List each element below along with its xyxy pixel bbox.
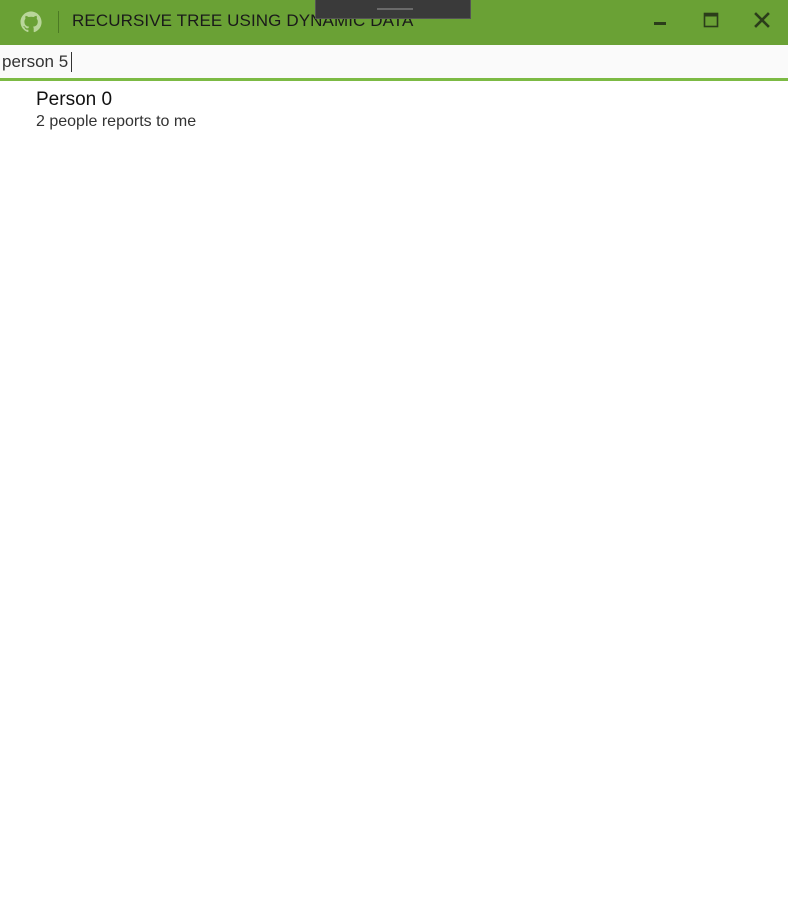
text-caret [71, 52, 72, 72]
tree-item-person-0[interactable]: Person 0 2 people reports to me [0, 81, 788, 137]
github-octocat-icon [19, 10, 43, 34]
grip-icon [377, 8, 413, 10]
tree-item-name: Person 0 [36, 89, 113, 110]
search-input[interactable] [0, 45, 788, 78]
close-button[interactable] [747, 8, 777, 36]
tree-item-subtitle: 2 people reports to me [36, 113, 197, 130]
drag-handle[interactable] [315, 0, 471, 19]
maximize-button[interactable] [696, 8, 726, 36]
maximize-icon [703, 12, 719, 33]
search-bar [0, 45, 788, 81]
tree-view: Person 0 2 people reports to me [0, 81, 788, 137]
title-separator [58, 11, 59, 33]
title-bar[interactable]: RECURSIVE TREE USING DYNAMIC DATA [0, 0, 788, 45]
app-window: RECURSIVE TREE USING DYNAMIC DATA person… [0, 0, 788, 900]
minimize-icon [652, 12, 668, 33]
close-icon [754, 11, 770, 33]
minimize-button[interactable] [645, 8, 675, 36]
